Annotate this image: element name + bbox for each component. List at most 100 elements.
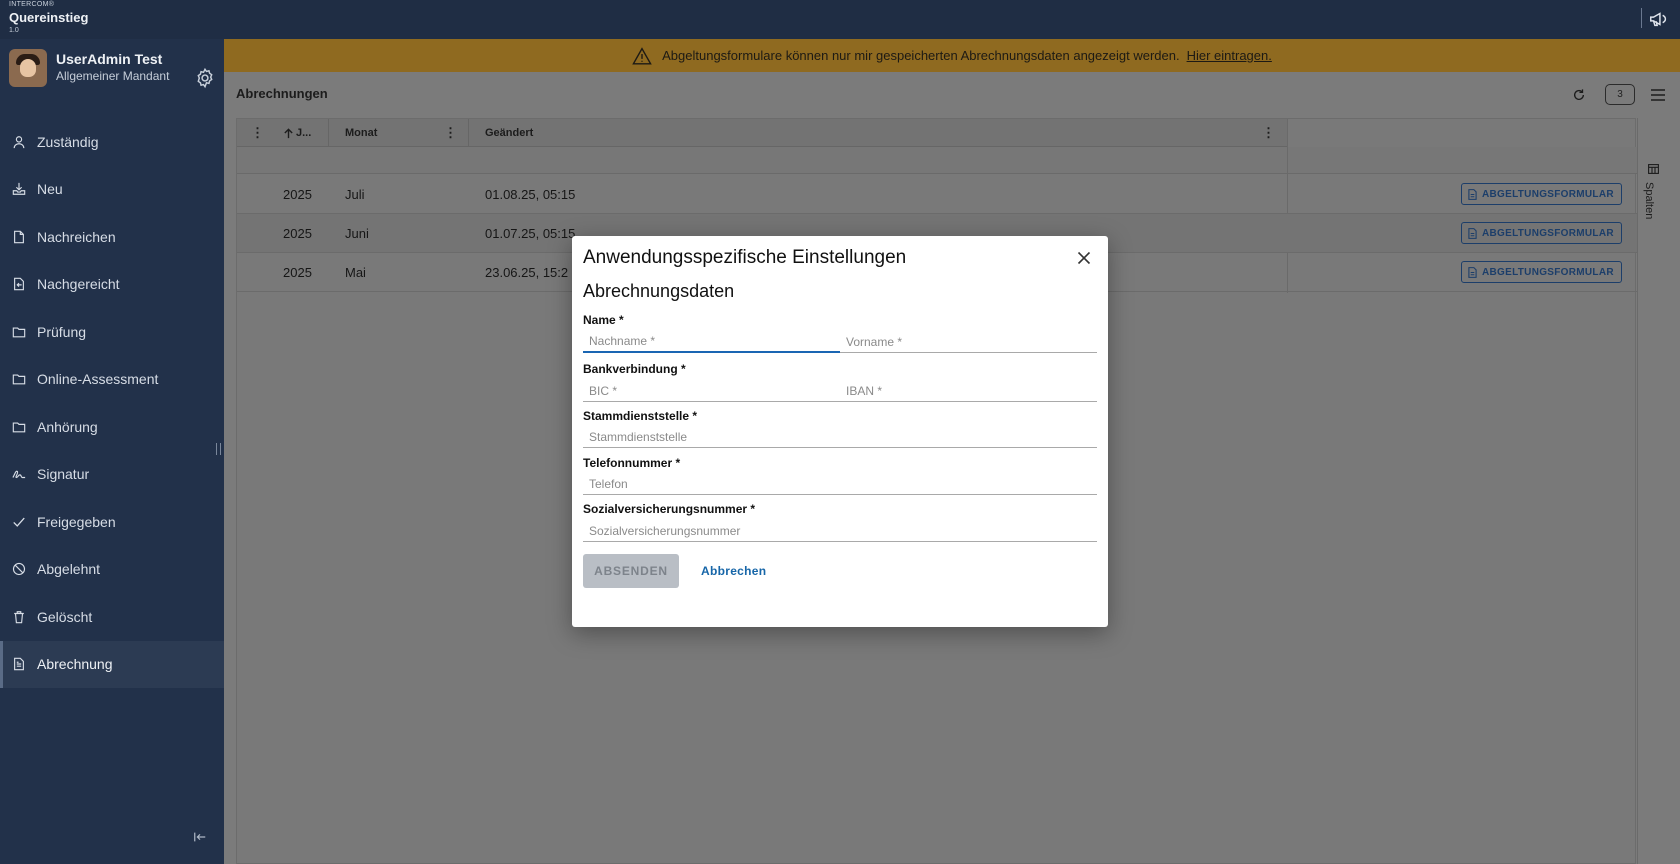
sidebar-item-zustaendig[interactable]: Zuständig [0,118,224,166]
column-menu-icon[interactable]: ⋮ [444,119,457,147]
column-header-changed[interactable]: Geändert [485,119,533,147]
table-row[interactable]: 2025 Juli 01.08.25, 05:15 ABGELTUNGSFORM… [237,175,1637,214]
dialog-title: Anwendungsspezifische Einstellungen [583,247,907,268]
refresh-icon[interactable] [1572,88,1586,102]
sidebar: UserAdmin Test Allgemeiner Mandant Zustä… [0,39,224,864]
sidebar-item-signatur[interactable]: Signatur [0,451,224,499]
sidebar-item-nachgereicht[interactable]: Nachgereicht [0,261,224,309]
iban-field[interactable] [840,380,1097,402]
folder-icon [12,374,26,385]
sidebar-item-label: Neu [37,181,63,198]
sidebar-item-neu[interactable]: Neu [0,166,224,214]
abgeltungsformular-button[interactable]: ABGELTUNGSFORMULAR [1461,222,1622,244]
document-icon [14,230,24,244]
hamburger-menu-icon[interactable] [1650,88,1666,102]
phone-input[interactable] [583,473,1097,494]
user-icon [13,135,25,148]
column-menu-icon[interactable]: ⋮ [251,119,264,147]
lastname-input[interactable] [583,331,840,351]
ssn-field[interactable] [583,520,1097,542]
sidebar-item-label: Online-Assessment [37,371,159,388]
document-return-icon [14,277,24,291]
bic-input[interactable] [583,380,840,401]
sidebar-item-label: Nachgereicht [37,276,120,293]
sidebar-item-pruefung[interactable]: Prüfung [0,308,224,356]
office-field[interactable] [583,426,1097,448]
submit-button[interactable]: ABSENDEN [583,554,679,588]
sidebar-item-label: Nachreichen [37,228,116,245]
top-bar: INTERCOM® Quereinstieg 1.0 [0,0,1680,39]
document-icon [1468,267,1477,278]
sidebar-item-abrechnung[interactable]: Abrechnung [0,640,224,688]
avatar [9,49,47,87]
lastname-field[interactable] [583,331,840,353]
bic-field[interactable] [583,380,840,402]
inbox-download-icon [12,183,26,196]
phone-label: Telefonnummer * [583,456,681,470]
topbar-divider [1641,8,1642,28]
gear-icon[interactable] [194,67,216,89]
name-label: Name * [583,313,624,327]
block-icon [12,563,26,576]
column-header-month[interactable]: Monat [345,119,377,147]
user-tenant: Allgemeiner Mandant [56,69,170,83]
abgeltungsformular-button[interactable]: ABGELTUNGSFORMULAR [1461,261,1622,283]
sidebar-nav: Zuständig Neu Nachreichen Nachgereicht P… [0,118,224,688]
sidebar-item-nachreichen[interactable]: Nachreichen [0,213,224,261]
sidebar-item-label: Anhörung [37,418,98,435]
sidebar-item-label: Prüfung [37,323,87,340]
megaphone-icon[interactable] [1648,8,1670,30]
firstname-input[interactable] [840,331,1097,352]
sidebar-item-abgelehnt[interactable]: Abgelehnt [0,546,224,594]
app-version: 1.0 [9,27,19,34]
sidebar-item-label: Freigegeben [37,513,116,530]
sidebar-item-label: Abrechnung [37,656,113,673]
user-name: UserAdmin Test [56,51,163,67]
brand-logo-text: INTERCOM® [9,1,55,8]
settings-dialog: Anwendungsspezifische Einstellungen Abre… [572,236,1108,627]
sidebar-item-label: Zuständig [37,133,99,150]
folder-icon [12,422,26,433]
phone-field[interactable] [583,473,1097,495]
document-icon [1468,189,1477,200]
sidebar-item-freigegeben[interactable]: Freigegeben [0,498,224,546]
office-label: Stammdienststelle * [583,409,698,423]
sidebar-item-label: Gelöscht [37,608,93,625]
table-header: ⋮ J... Monat ⋮ Geändert ⋮ [237,119,1287,147]
column-menu-icon[interactable]: ⋮ [1262,119,1275,147]
sidebar-resize-handle[interactable] [216,443,221,455]
collapse-sidebar-icon[interactable] [193,830,207,844]
row-count-badge: 3 [1605,84,1635,105]
document-icon [1468,228,1477,239]
bank-label: Bankverbindung * [583,362,686,376]
column-header-year[interactable]: J... [283,119,311,147]
columns-panel-label[interactable]: Spalten [1643,182,1655,219]
warning-banner: Abgeltungsformulare können nur mir gespe… [224,39,1680,72]
banner-link[interactable]: Hier eintragen. [1187,48,1272,63]
office-input[interactable] [583,426,1097,447]
firstname-field[interactable] [840,331,1097,353]
ssn-input[interactable] [583,520,1097,541]
grid-title: Abrechnungen [236,86,328,101]
columns-icon[interactable] [1648,164,1659,174]
trash-icon [14,610,24,624]
sidebar-item-label: Signatur [37,466,90,483]
warning-icon [632,46,652,64]
check-icon [13,517,25,527]
cancel-button[interactable]: Abbrechen [701,554,766,588]
columns-side-panel[interactable] [1637,118,1667,864]
iban-input[interactable] [840,380,1097,401]
invoice-icon [14,657,24,671]
sidebar-item-label: Abgelehnt [37,561,101,578]
dialog-subtitle: Abrechnungsdaten [583,281,735,301]
sidebar-item-geloescht[interactable]: Gelöscht [0,593,224,641]
filter-row [237,147,1637,174]
sort-ascending-icon [284,127,293,138]
close-icon[interactable] [1076,250,1092,266]
sidebar-item-anhoerung[interactable]: Anhörung [0,403,224,451]
user-profile[interactable]: UserAdmin Test Allgemeiner Mandant [9,49,215,89]
signature-icon [12,470,26,479]
sidebar-item-online-assessment[interactable]: Online-Assessment [0,356,224,404]
folder-icon [12,327,26,338]
abgeltungsformular-button[interactable]: ABGELTUNGSFORMULAR [1461,183,1622,205]
